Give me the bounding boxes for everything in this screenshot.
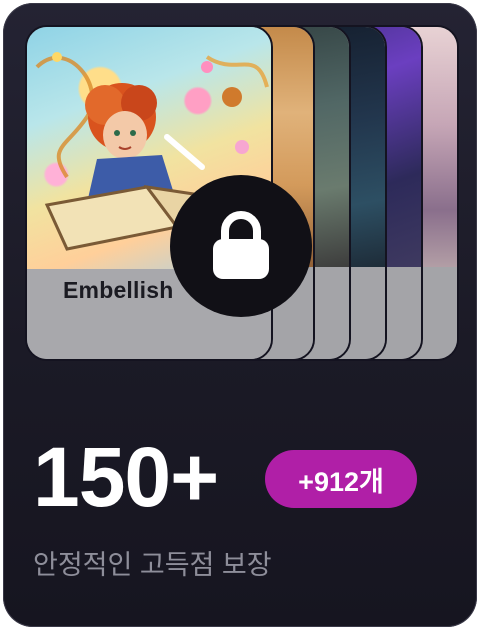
guarantee-subtitle: 안정적인 고득점 보장 bbox=[33, 550, 272, 580]
additional-count-badge: +912개 bbox=[265, 450, 417, 508]
front-card-title: Embellish bbox=[63, 277, 174, 303]
achievement-card[interactable]: Embellish 150+ +912개 안정적인 고득점 보장 bbox=[3, 3, 477, 627]
item-count: 150+ bbox=[33, 430, 219, 524]
card-stack: Embellish bbox=[3, 3, 477, 383]
lock-badge bbox=[170, 175, 312, 317]
lock-icon bbox=[213, 211, 269, 279]
